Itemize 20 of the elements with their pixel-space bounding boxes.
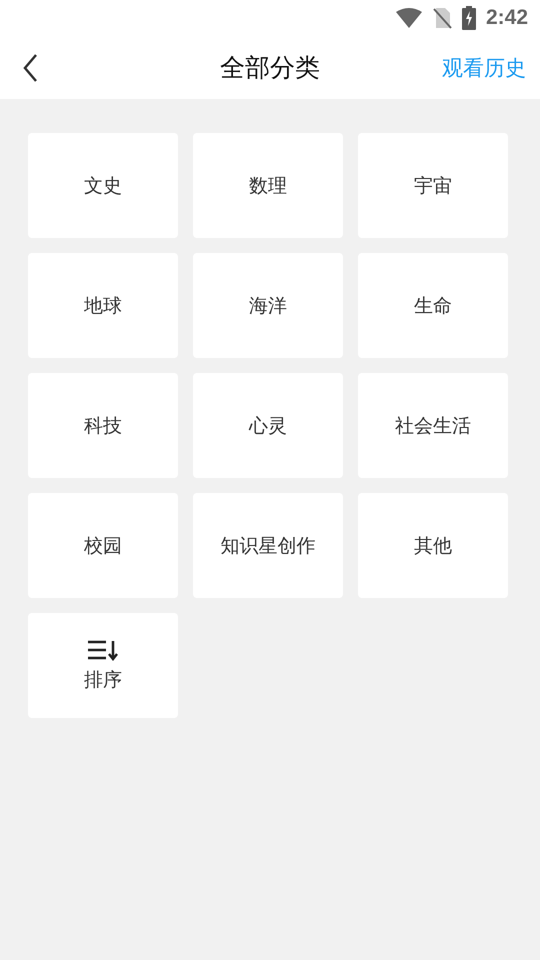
category-tile[interactable]: 文史 [28,133,178,238]
status-time: 2:42 [486,6,528,30]
category-tile[interactable]: 海洋 [193,253,343,358]
category-tile[interactable]: 其他 [358,493,508,598]
category-tile[interactable]: 宇宙 [358,133,508,238]
sort-icon [87,638,119,660]
wifi-icon [396,8,422,28]
category-tile[interactable]: 校园 [28,493,178,598]
sort-label: 排序 [84,668,122,692]
battery-charging-icon [462,6,476,30]
category-tile[interactable]: 知识星创作 [193,493,343,598]
category-tile[interactable]: 生命 [358,253,508,358]
category-tile[interactable]: 地球 [28,253,178,358]
category-tile[interactable]: 心灵 [193,373,343,478]
no-sim-icon [432,7,452,29]
category-tile[interactable]: 数理 [193,133,343,238]
category-tile[interactable]: 社会生活 [358,373,508,478]
category-tile[interactable]: 科技 [28,373,178,478]
sort-tile[interactable]: 排序 [28,613,178,718]
page-title: 全部分类 [220,53,320,82]
